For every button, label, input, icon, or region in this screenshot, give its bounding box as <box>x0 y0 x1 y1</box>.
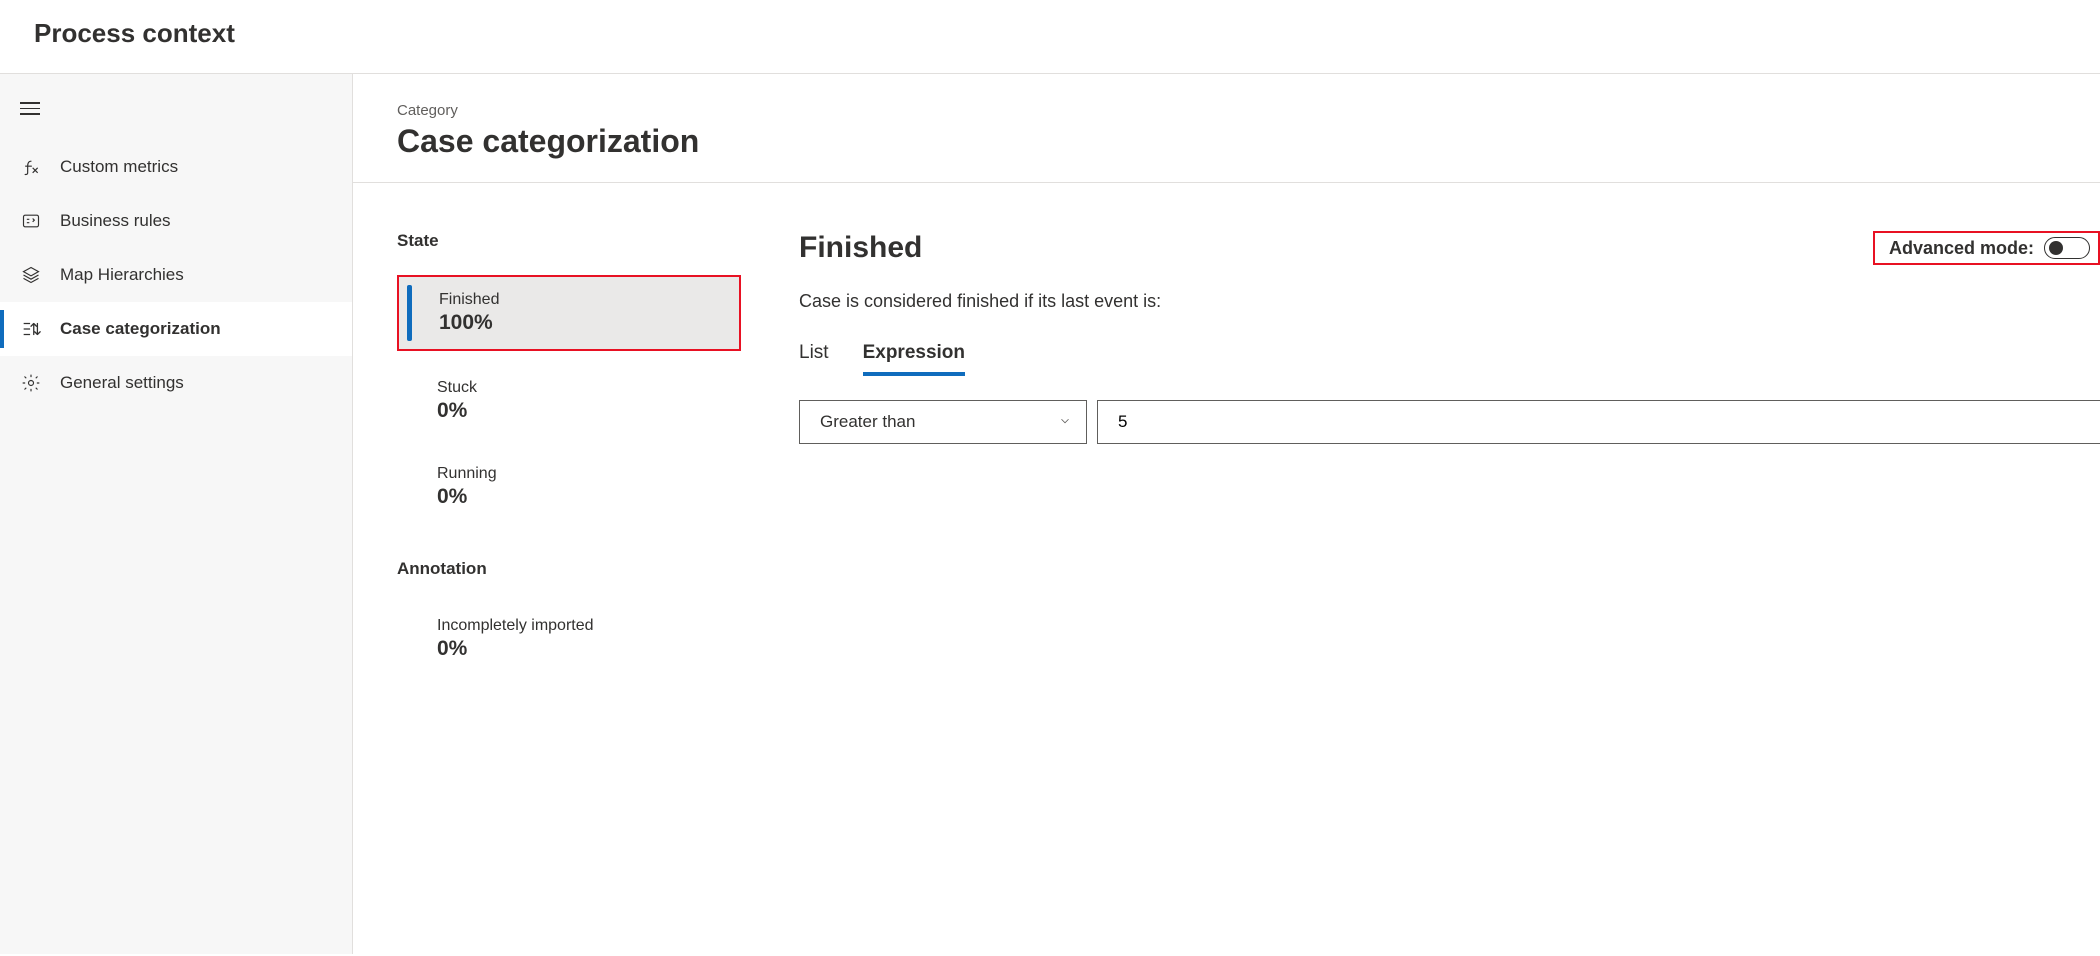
sidebar-item-label: Map Hierarchies <box>60 265 184 285</box>
category-label: Category <box>397 102 2100 119</box>
categorization-icon <box>20 318 42 340</box>
sidebar: Custom metrics Business rules Map Hierar… <box>0 74 353 954</box>
page-header: Process context <box>0 0 2100 74</box>
gear-icon <box>20 372 42 394</box>
state-card-stuck[interactable]: Stuck 0% <box>397 365 741 437</box>
sidebar-item-label: Business rules <box>60 211 171 231</box>
sidebar-item-custom-metrics[interactable]: Custom metrics <box>0 140 352 194</box>
annotation-section-label: Annotation <box>397 559 741 579</box>
advanced-mode-label: Advanced mode: <box>1889 238 2034 259</box>
state-value: 0% <box>437 485 723 509</box>
state-card-finished[interactable]: Finished 100% <box>397 275 741 351</box>
hamburger-icon[interactable] <box>20 98 40 119</box>
app-title: Process context <box>34 18 2066 49</box>
detail-subtext: Case is considered finished if its last … <box>799 291 2100 312</box>
annotation-name: Incompletely imported <box>437 617 723 635</box>
main-content: Category Case categorization State Finis… <box>353 74 2100 954</box>
annotation-card-incompletely-imported[interactable]: Incompletely imported 0% <box>397 603 741 675</box>
operator-value: Greater than <box>820 412 915 432</box>
state-name: Finished <box>439 291 721 309</box>
sidebar-item-label: Custom metrics <box>60 157 178 177</box>
sidebar-item-map-hierarchies[interactable]: Map Hierarchies <box>0 248 352 302</box>
advanced-mode-control: Advanced mode: <box>1873 231 2100 265</box>
page-title: Case categorization <box>397 123 2100 182</box>
sidebar-item-label: General settings <box>60 373 184 393</box>
state-name: Running <box>437 465 723 483</box>
state-section-label: State <box>397 231 741 251</box>
tab-expression[interactable]: Expression <box>863 342 965 374</box>
state-name: Stuck <box>437 379 723 397</box>
fx-icon <box>20 156 42 178</box>
state-value: 0% <box>437 399 723 423</box>
advanced-mode-toggle[interactable] <box>2044 237 2090 259</box>
sidebar-item-label: Case categorization <box>60 319 221 339</box>
value-input[interactable] <box>1097 400 2100 444</box>
annotation-value: 0% <box>437 637 723 661</box>
operator-select[interactable]: Greater than <box>799 400 1087 444</box>
state-card-running[interactable]: Running 0% <box>397 451 741 523</box>
rules-icon <box>20 210 42 232</box>
sidebar-item-general-settings[interactable]: General settings <box>0 356 352 410</box>
chevron-down-icon <box>1058 414 1072 431</box>
tab-list[interactable]: List <box>799 342 829 374</box>
sidebar-item-business-rules[interactable]: Business rules <box>0 194 352 248</box>
detail-title: Finished <box>799 231 922 265</box>
state-value: 100% <box>439 311 721 335</box>
layers-icon <box>20 264 42 286</box>
sidebar-item-case-categorization[interactable]: Case categorization <box>0 302 352 356</box>
